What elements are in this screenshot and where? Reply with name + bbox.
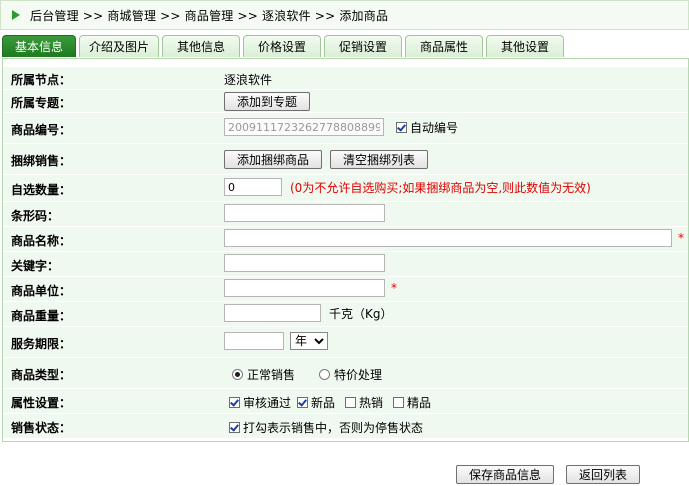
optional-hint: (0为不允许自选购买;如果捆绑商品为空,则此数值为无效) — [290, 180, 591, 195]
product-form: 所属节点： 逐浪软件 所属专题： 添加到专题 商品编号： 自动编号 捆绑销售： … — [2, 58, 689, 442]
product-code-field[interactable] — [224, 118, 384, 136]
form-actions: 保存商品信息 返回列表 — [456, 465, 641, 484]
special-price-radio[interactable] — [319, 369, 331, 380]
clear-bundle-button[interactable]: 清空捆绑列表 — [330, 150, 429, 169]
featured-checkbox[interactable] — [393, 397, 405, 408]
tab-bar: 基本信息 介绍及图片 其他信息 价格设置 促销设置 商品属性 其他设置 — [2, 35, 567, 58]
row-status: 销售状态： 打勾表示销售中，否则为停售状态 — [3, 414, 688, 439]
breadcrumb-bar: 后台管理 >> 商城管理 >> 商品管理 >> 逐浪软件 >> 添加商品 — [0, 0, 689, 30]
optional-label: 自选数量： — [11, 183, 72, 197]
status-label: 销售状态： — [11, 421, 72, 435]
tab-intro-images[interactable]: 介绍及图片 — [79, 35, 159, 57]
unit-required-mark: * — [391, 281, 397, 295]
row-topic: 所属专题： 添加到专题 — [3, 90, 688, 113]
attrs-label: 属性设置： — [11, 396, 72, 410]
name-required-mark: * — [678, 231, 684, 245]
keyword-label: 关键字： — [11, 259, 60, 273]
row-optional: 自选数量： (0为不允许自选购买;如果捆绑商品为空,则此数值为无效) — [3, 175, 688, 202]
keyword-field[interactable] — [224, 254, 385, 272]
service-period-field[interactable] — [224, 332, 284, 350]
row-type: 商品类型： 正常销售 特价处理 — [3, 358, 688, 389]
on-sale-text: 打勾表示销售中，否则为停售状态 — [243, 421, 424, 435]
barcode-label: 条形码： — [11, 209, 60, 223]
approved-checkbox[interactable] — [229, 397, 240, 408]
add-to-topic-button[interactable]: 添加到专题 — [224, 92, 311, 111]
new-product-label: 新品 — [311, 396, 336, 410]
row-unit: 商品单位： * — [3, 277, 688, 302]
tab-other-settings[interactable]: 其他设置 — [486, 35, 564, 57]
row-weight: 商品重量： 千克（Kg） — [3, 302, 688, 327]
tab-product-attributes[interactable]: 商品属性 — [405, 35, 483, 57]
approved-label: 审核通过 — [243, 396, 292, 410]
row-node: 所属节点： 逐浪软件 — [3, 67, 688, 90]
row-bundle: 捆绑销售： 添加捆绑商品 清空捆绑列表 — [3, 144, 688, 175]
row-keyword: 关键字： — [3, 252, 688, 277]
auto-number-label: 自动编号 — [410, 120, 459, 135]
save-product-button[interactable]: 保存商品信息 — [456, 465, 555, 484]
optional-quantity-field[interactable] — [224, 178, 282, 196]
tab-promotion-settings[interactable]: 促销设置 — [324, 35, 402, 57]
topic-label: 所属专题： — [11, 96, 72, 110]
hot-sale-label: 热销 — [359, 396, 384, 410]
type-label: 商品类型： — [11, 368, 72, 382]
barcode-field[interactable] — [224, 204, 385, 222]
new-product-checkbox[interactable] — [297, 397, 309, 408]
row-attrs: 属性设置： 审核通过 新品 热销 精品 — [3, 389, 688, 414]
row-name: 商品名称： * — [3, 227, 688, 252]
tab-basic-info[interactable]: 基本信息 — [2, 35, 76, 57]
product-unit-field[interactable] — [224, 279, 385, 297]
node-value: 逐浪软件 — [224, 73, 273, 87]
back-to-list-button[interactable]: 返回列表 — [566, 465, 641, 484]
featured-label: 精品 — [407, 396, 432, 410]
on-sale-checkbox[interactable] — [229, 422, 240, 433]
breadcrumb: 后台管理 >> 商城管理 >> 商品管理 >> 逐浪软件 >> 添加商品 — [30, 8, 389, 23]
code-label: 商品编号： — [11, 123, 72, 137]
row-code: 商品编号： 自动编号 — [3, 113, 688, 144]
add-bundle-button[interactable]: 添加捆绑商品 — [224, 150, 323, 169]
auto-number-checkbox[interactable] — [396, 121, 407, 133]
normal-sale-label: 正常销售 — [247, 368, 296, 382]
name-label: 商品名称： — [11, 234, 72, 248]
service-label: 服务期限： — [11, 337, 72, 351]
play-arrow-icon — [12, 10, 20, 20]
tab-price-settings[interactable]: 价格设置 — [243, 35, 321, 57]
period-unit-select[interactable]: 年 — [290, 332, 328, 350]
row-service: 服务期限： 年 — [3, 327, 688, 358]
weight-unit: 千克（Kg） — [329, 306, 393, 321]
product-name-field[interactable] — [224, 229, 672, 247]
special-price-label: 特价处理 — [334, 368, 383, 382]
hot-sale-checkbox[interactable] — [345, 397, 357, 408]
weight-field[interactable] — [224, 304, 321, 322]
tab-other-info[interactable]: 其他信息 — [162, 35, 240, 57]
bundle-label: 捆绑销售： — [11, 154, 72, 168]
weight-label: 商品重量： — [11, 309, 72, 323]
unit-label: 商品单位： — [11, 284, 72, 298]
row-barcode: 条形码： — [3, 202, 688, 227]
node-label: 所属节点： — [11, 73, 72, 87]
normal-sale-radio[interactable] — [232, 369, 243, 380]
